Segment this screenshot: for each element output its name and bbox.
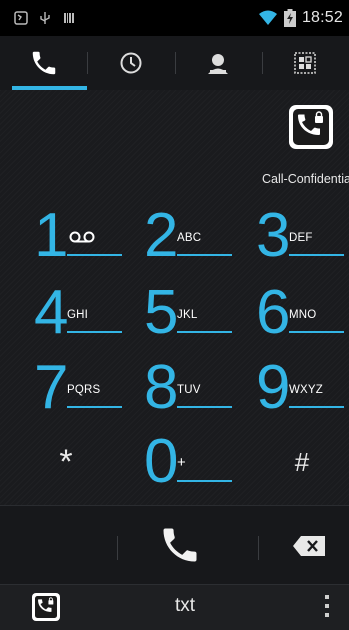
key-underline <box>289 331 344 333</box>
key-letters: WXYZ <box>289 384 324 396</box>
key-letters: + <box>177 454 186 471</box>
key-underline <box>177 331 232 333</box>
tab-phone[interactable] <box>0 36 88 90</box>
tab-bar <box>0 36 349 90</box>
dialpad-key-7[interactable]: 7 PQRS <box>12 353 122 422</box>
grid-icon <box>294 52 317 74</box>
account-button[interactable] <box>289 105 333 149</box>
key-underline <box>289 254 344 256</box>
clock-icon <box>120 52 142 74</box>
dialpad-key-0[interactable]: 0 + <box>122 427 232 496</box>
key-digit: 8 <box>144 353 179 422</box>
dialpad-key-5[interactable]: 5 JKL <box>122 278 232 347</box>
caller-app-icon <box>14 11 28 25</box>
divider <box>258 536 259 560</box>
txt-button[interactable]: txt <box>150 595 220 617</box>
key-digit: 1 <box>34 201 69 270</box>
usb-icon <box>40 12 50 24</box>
key-letters: TUV <box>177 384 201 396</box>
key-underline <box>67 331 122 333</box>
key-underline <box>67 254 122 256</box>
dialpad-key-star[interactable]: * <box>22 432 110 492</box>
dialpad-key-hash[interactable]: # <box>258 432 346 492</box>
dialpad-key-2[interactable]: 2 ABC <box>122 201 232 270</box>
lock-phone-icon <box>35 596 57 618</box>
action-row <box>0 505 349 584</box>
key-underline <box>289 406 344 408</box>
delete-button[interactable] <box>292 534 326 558</box>
key-digit: 9 <box>256 353 291 422</box>
dialpad-key-6[interactable]: 6 MNO <box>234 278 344 347</box>
tab-groups[interactable] <box>261 36 349 90</box>
key-digit: 2 <box>144 201 179 270</box>
key-digit: 5 <box>144 278 179 347</box>
key-digit: # <box>294 447 310 477</box>
phone-call-icon <box>163 528 197 562</box>
key-letters: GHI <box>67 309 89 321</box>
overflow-menu-icon[interactable] <box>324 595 330 619</box>
phone-icon <box>32 51 55 75</box>
call-button[interactable] <box>150 520 210 570</box>
bottom-bar: txt <box>0 584 349 630</box>
backspace-icon <box>293 536 325 556</box>
key-underline <box>177 406 232 408</box>
key-letters: ABC <box>177 232 202 244</box>
dialpad-key-1[interactable]: 1 <box>12 201 122 270</box>
key-digit: 4 <box>34 278 69 347</box>
barcode-icon <box>64 13 74 23</box>
app-button[interactable] <box>32 593 60 621</box>
battery-icon <box>283 9 296 27</box>
key-digit: 0 <box>144 427 179 496</box>
dialpad-key-3[interactable]: 3 DEF <box>234 201 344 270</box>
lock-phone-icon <box>293 109 329 145</box>
key-digit: 6 <box>256 278 291 347</box>
key-digit: 7 <box>34 353 69 422</box>
dialpad-key-8[interactable]: 8 TUV <box>122 353 232 422</box>
key-underline <box>177 480 232 482</box>
key-letters: DEF <box>289 232 313 244</box>
account-label: Call-Confidential <box>262 172 349 186</box>
key-letters: JKL <box>177 309 198 321</box>
status-bar: 18:52 <box>0 0 349 36</box>
key-digit: 3 <box>256 201 291 270</box>
person-icon <box>208 54 229 74</box>
key-letters: MNO <box>289 309 317 321</box>
dialpad-key-9[interactable]: 9 WXYZ <box>234 353 344 422</box>
clock-time: 18:52 <box>301 9 343 26</box>
tab-contacts[interactable] <box>174 36 262 90</box>
tab-recent[interactable] <box>87 36 174 90</box>
dialpad-key-4[interactable]: 4 GHI <box>12 278 122 347</box>
wifi-icon <box>258 10 277 25</box>
voicemail-icon <box>69 231 95 243</box>
key-letters: PQRS <box>67 384 101 396</box>
key-underline <box>177 254 232 256</box>
divider <box>117 536 118 560</box>
key-underline <box>67 406 122 408</box>
key-digit: * <box>59 443 73 481</box>
